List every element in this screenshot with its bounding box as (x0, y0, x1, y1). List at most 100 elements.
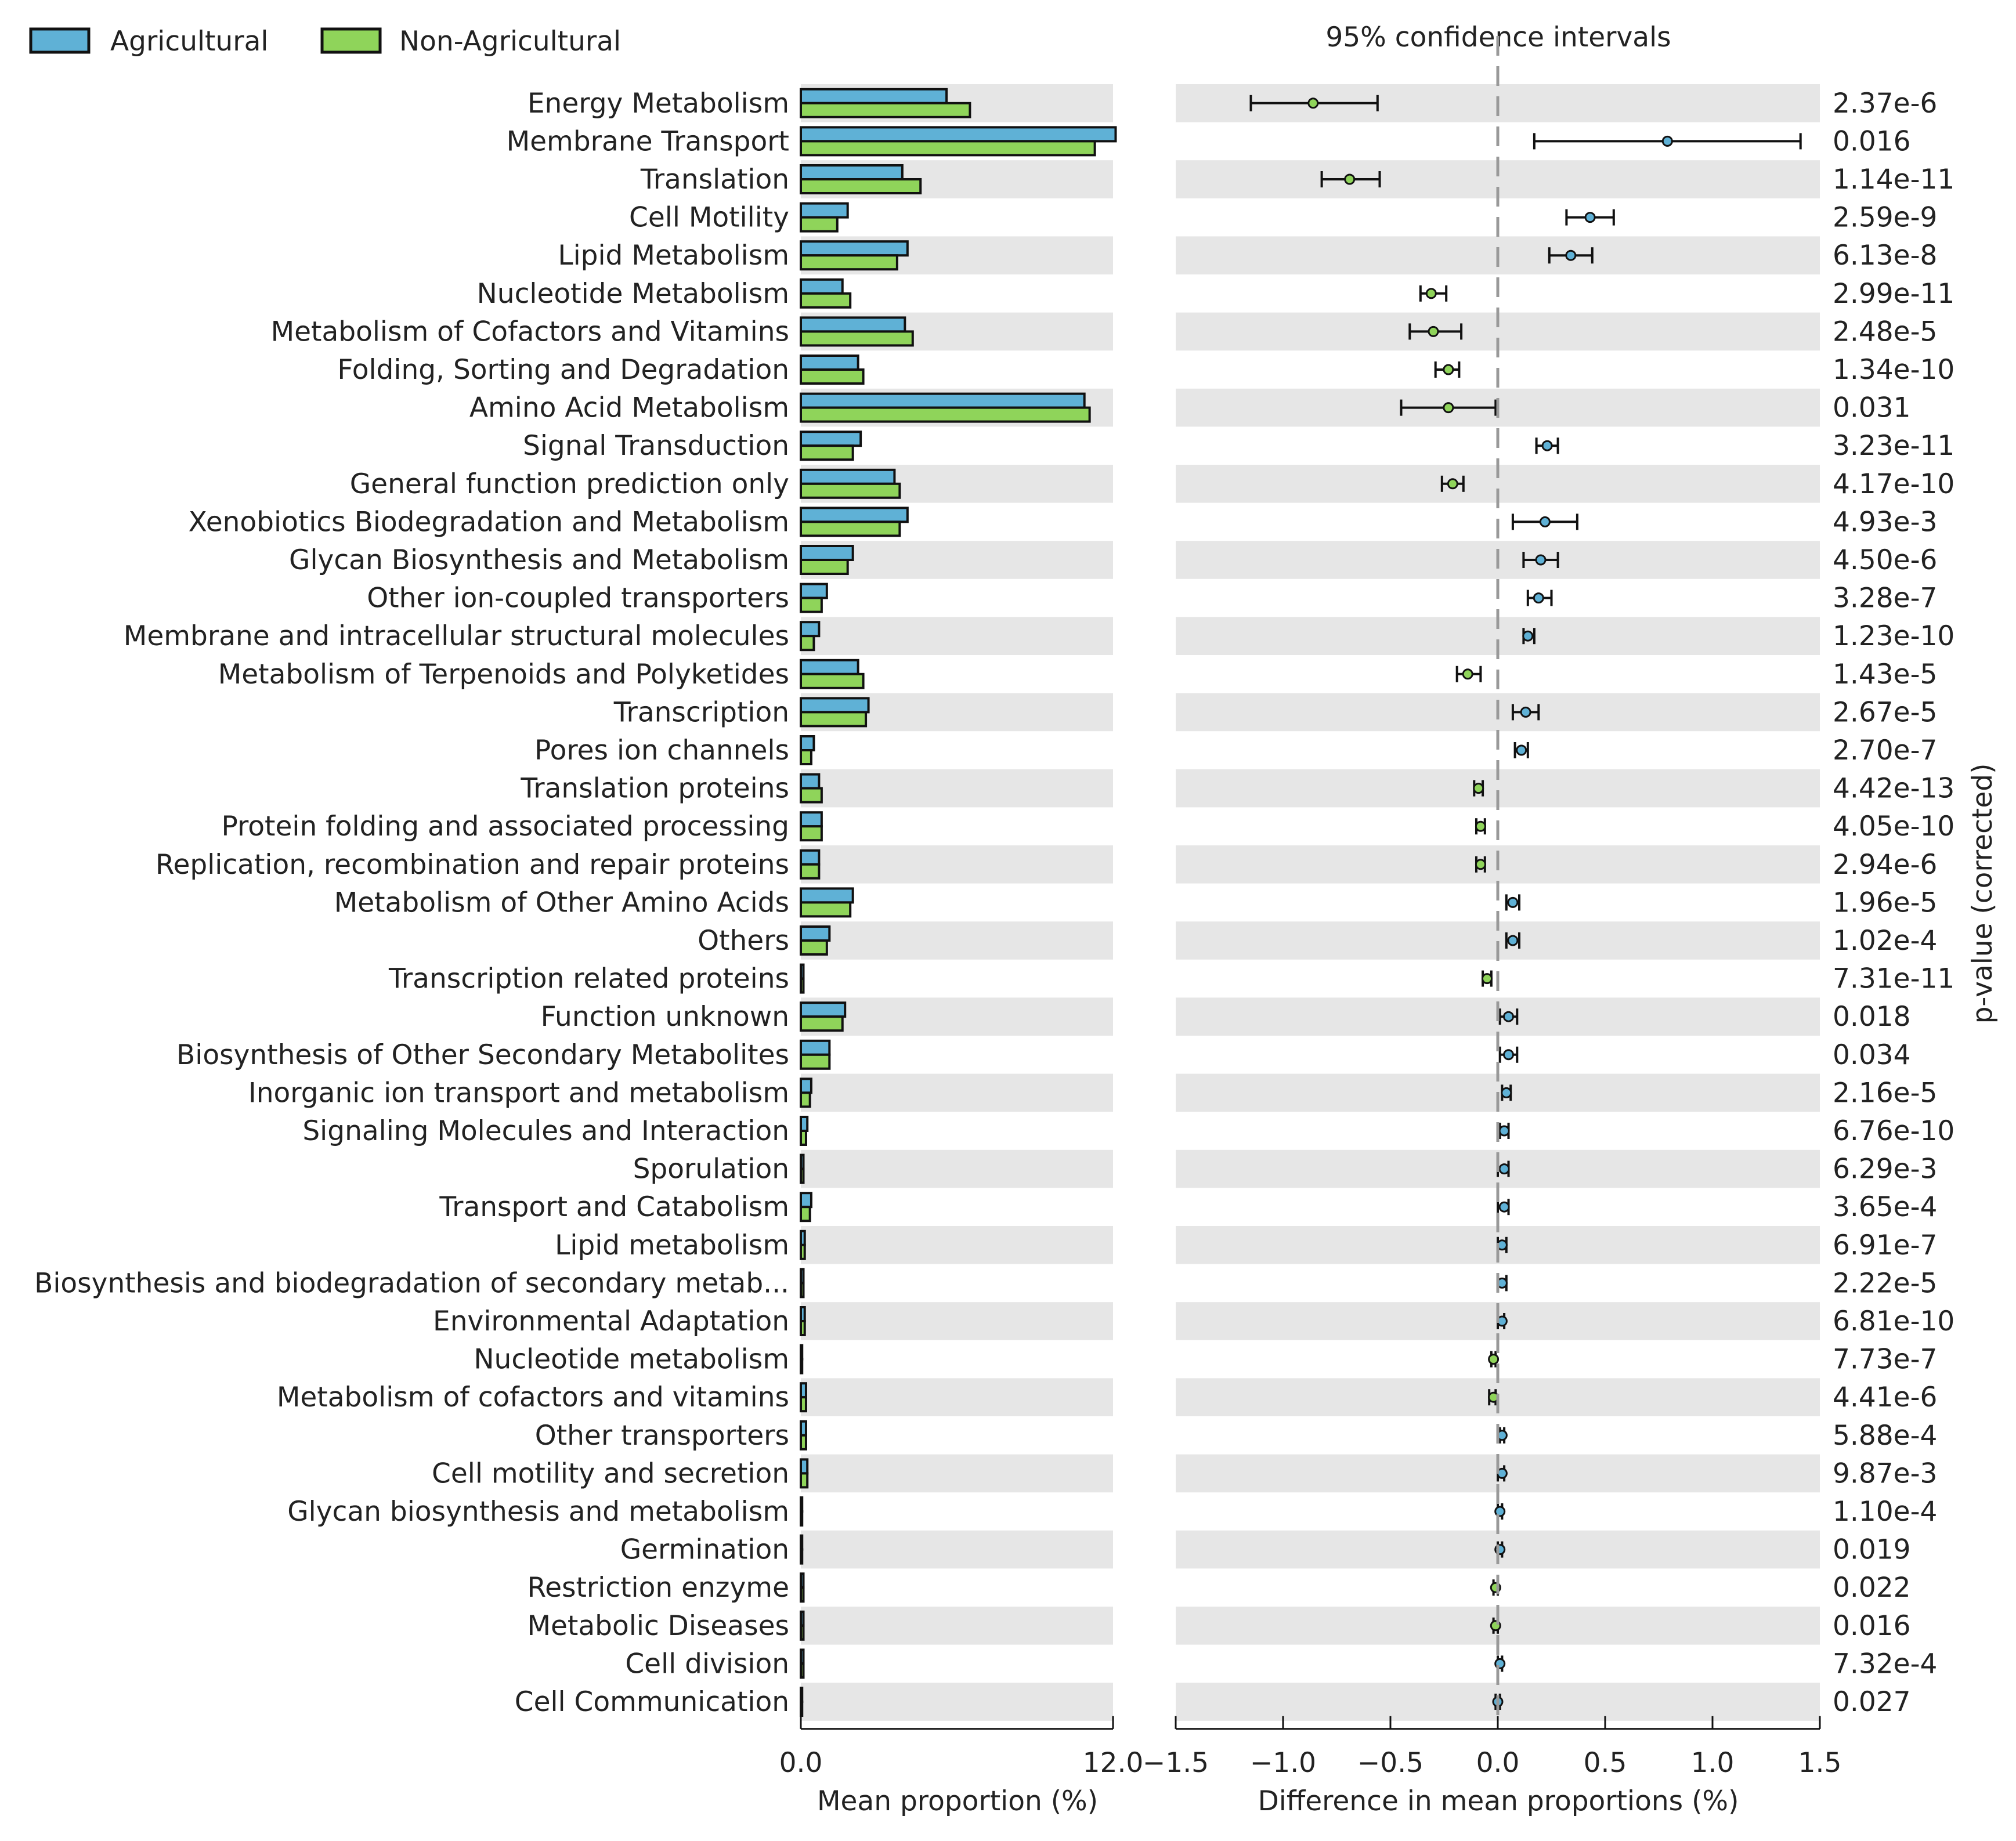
p-value-membrane-and-intracellular-structural-molecules: 1.23e-10 (1833, 620, 1954, 652)
row-stripes (801, 84, 1820, 1721)
category-label-xenobiotics-biodegradation-and-metabolism: Xenobiotics Biodegradation and Metabolis… (189, 506, 789, 538)
stripe-left-germination (801, 1530, 1113, 1569)
bar-non-agricultural-general-function-prediction-only (800, 482, 901, 499)
stripe-left-metabolism-of-cofactors-and-vitamins (801, 1378, 1113, 1416)
bar-non-agricultural-signaling-molecules-and-interaction (800, 1130, 807, 1146)
p-value-membrane-transport: 0.016 (1833, 125, 1911, 157)
bar-non-agricultural-biosynthesis-and-biodegradation-of-secondary-metab (800, 1282, 805, 1299)
bar-agricultural-signal-transduction (800, 431, 862, 447)
left-x-axis-title: Mean proportion (%) (817, 1785, 1098, 1817)
p-value-transcription-related-proteins: 7.31e-11 (1833, 963, 1954, 995)
stripe-left-environmental-adaptation (801, 1302, 1113, 1340)
ci-point-function-unknown (1503, 1011, 1514, 1022)
right-x-tick-label: −0.5 (1357, 1747, 1424, 1779)
bar-agricultural-metabolism-of-cofactors-and-vitamins (800, 1382, 807, 1399)
bar-non-agricultural-translation-proteins (800, 787, 823, 804)
ci-point-translation (1344, 173, 1356, 185)
category-label-signal-transduction: Signal Transduction (523, 430, 789, 462)
bar-agricultural-other-ion-coupled-transporters (800, 583, 828, 599)
p-value-energy-metabolism: 2.37e-6 (1833, 88, 1937, 120)
p-value-folding-sorting-and-degradation: 1.34e-10 (1833, 354, 1954, 386)
bar-non-agricultural-cell-motility (800, 216, 839, 233)
right-x-tick-label: 1.5 (1798, 1747, 1842, 1779)
bar-agricultural-other-transporters (800, 1420, 807, 1437)
ci-point-membrane-and-intracellular-structural-molecules (1522, 630, 1534, 642)
legend-swatch-non-agricultural (320, 27, 382, 54)
p-value-transport-and-catabolism: 3.65e-4 (1833, 1191, 1937, 1223)
bar-non-agricultural-energy-metabolism (800, 102, 971, 118)
ci-point-nucleotide-metabolism (1488, 1354, 1500, 1365)
category-label-glycan-biosynthesis-and-metabolism: Glycan Biosynthesis and Metabolism (289, 544, 789, 576)
bar-agricultural-membrane-transport (800, 126, 1117, 143)
category-label-others: Others (698, 925, 789, 957)
category-label-general-function-prediction-only: General function prediction only (350, 468, 789, 500)
bar-agricultural-amino-acid-metabolism (800, 392, 1086, 409)
p-value-pores-ion-channels: 2.70e-7 (1833, 735, 1937, 766)
bar-agricultural-transcription-related-proteins (800, 963, 805, 980)
p-value-metabolism-of-cofactors-and-vitamins: 4.41e-6 (1833, 1381, 1937, 1413)
p-value-others: 1.02e-4 (1833, 925, 1937, 957)
bar-agricultural-cell-motility (800, 202, 849, 219)
ci-point-signaling-molecules-and-interaction (1498, 1125, 1510, 1137)
bar-agricultural-lipid-metabolism (800, 240, 909, 257)
category-label-metabolism-of-cofactors-and-vitamins: Metabolism of Cofactors and Vitamins (271, 316, 789, 348)
category-label-cell-motility: Cell Motility (629, 202, 789, 234)
category-label-metabolism-of-cofactors-and-vitamins: Metabolism of cofactors and vitamins (277, 1381, 789, 1413)
ci-point-others (1507, 935, 1519, 946)
ci-point-metabolism-of-other-amino-acids (1507, 896, 1519, 908)
category-label-transcription: Transcription (613, 696, 789, 728)
bar-agricultural-membrane-and-intracellular-structural-molecules (800, 621, 821, 638)
bar-non-agricultural-protein-folding-and-associated-processing (800, 825, 823, 842)
category-label-nucleotide-metabolism: Nucleotide Metabolism (477, 278, 789, 310)
ci-point-folding-sorting-and-degradation (1443, 364, 1454, 375)
bar-non-agricultural-restriction-enzyme (800, 1586, 805, 1603)
bar-non-agricultural-glycan-biosynthesis-and-metabolism (800, 559, 849, 575)
p-value-metabolism-of-cofactors-and-vitamins: 2.48e-5 (1833, 316, 1937, 348)
bar-non-agricultural-replication-recombination-and-repair-proteins (800, 863, 821, 880)
p-value-biosynthesis-and-biodegradation-of-secondary-metab: 2.22e-5 (1833, 1267, 1937, 1299)
category-label-membrane-transport: Membrane Transport (507, 125, 789, 157)
bar-non-agricultural-lipid-metabolism (800, 254, 898, 271)
bar-non-agricultural-metabolism-of-other-amino-acids (800, 901, 852, 918)
p-value-general-function-prediction-only: 4.17e-10 (1833, 468, 1954, 500)
bar-non-agricultural-sporulation (800, 1167, 805, 1184)
ci-point-cell-motility (1584, 212, 1596, 223)
category-label-pores-ion-channels: Pores ion channels (534, 735, 789, 766)
p-value-translation-proteins: 4.42e-13 (1833, 773, 1954, 805)
p-value-environmental-adaptation: 6.81e-10 (1833, 1305, 1954, 1337)
p-value-signaling-molecules-and-interaction: 6.76e-10 (1833, 1115, 1954, 1147)
category-label-cell-motility-and-secretion: Cell motility and secretion (432, 1457, 789, 1489)
extended-error-bar-chart: Agricultural Non-Agricultural 95% confid… (29, 21, 1999, 1817)
bar-agricultural-replication-recombination-and-repair-proteins (800, 849, 821, 866)
category-label-cell-division: Cell division (625, 1648, 789, 1680)
right-x-tick-label: −1.0 (1250, 1747, 1316, 1779)
bar-agricultural-inorganic-ion-transport-and-metabolism (800, 1077, 812, 1094)
category-label-protein-folding-and-associated-processing: Protein folding and associated processin… (221, 811, 789, 842)
bar-agricultural-nucleotide-metabolism (800, 1344, 804, 1361)
p-value-metabolic-diseases: 0.016 (1833, 1610, 1911, 1642)
bar-agricultural-cell-division (800, 1648, 805, 1665)
p-value-function-unknown: 0.018 (1833, 1001, 1911, 1033)
bar-agricultural-biosynthesis-of-other-secondary-metabolites (800, 1039, 831, 1056)
bar-non-agricultural-nucleotide-metabolism (800, 1358, 804, 1375)
bar-agricultural-metabolism-of-other-amino-acids (800, 887, 854, 904)
right-x-axis-title: Difference in mean proportions (%) (1258, 1785, 1739, 1817)
p-value-translation: 1.14e-11 (1833, 164, 1954, 196)
ci-point-lipid-metabolism (1565, 249, 1577, 261)
stripe-left-cell-motility-and-secretion (801, 1454, 1113, 1493)
bar-non-agricultural-pores-ion-channels (800, 749, 812, 765)
p-value-restriction-enzyme: 0.022 (1833, 1572, 1911, 1604)
ci-point-sporulation (1498, 1163, 1510, 1175)
legend-swatch-agricultural (29, 27, 91, 54)
bar-agricultural-general-function-prediction-only (800, 468, 896, 485)
bar-agricultural-signaling-molecules-and-interaction (800, 1116, 809, 1132)
category-label-lipid-metabolism: Lipid Metabolism (558, 240, 789, 272)
bar-agricultural-protein-folding-and-associated-processing (800, 811, 823, 828)
category-label-folding-sorting-and-degradation: Folding, Sorting and Degradation (337, 354, 789, 386)
ci-point-inorganic-ion-transport-and-metabolism (1501, 1087, 1512, 1098)
p-value-transcription: 2.67e-5 (1833, 696, 1937, 728)
bar-agricultural-glycan-biosynthesis-and-metabolism (800, 545, 854, 561)
bar-agricultural-metabolism-of-terpenoids-and-polyketides (800, 659, 859, 675)
ci-point-metabolism-of-cofactors-and-vitamins (1428, 325, 1439, 337)
ci-point-transcription-related-proteins (1482, 973, 1493, 985)
